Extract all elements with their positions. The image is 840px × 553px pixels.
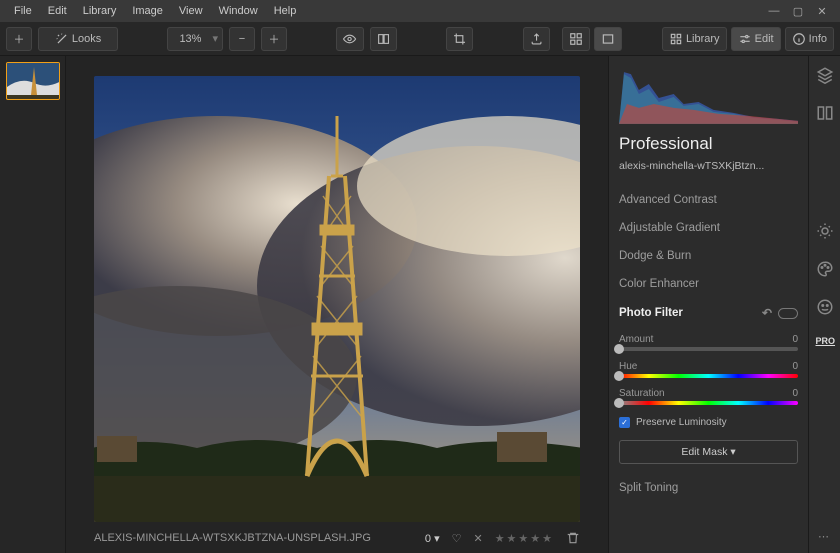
preset-title: Professional bbox=[619, 134, 798, 154]
add-button[interactable]: ＋ bbox=[6, 27, 32, 51]
menu-bar: File Edit Library Image View Window Help… bbox=[0, 0, 840, 22]
layers-icon bbox=[816, 66, 834, 84]
rating-label-dropdown[interactable]: 0 ▾ bbox=[425, 532, 440, 545]
pro-button[interactable]: PRO bbox=[816, 336, 834, 354]
compare-panel-button[interactable] bbox=[816, 104, 834, 122]
crop-icon bbox=[453, 32, 466, 46]
compare-icon bbox=[377, 32, 390, 46]
zoom-in-button[interactable]: ＋ bbox=[261, 27, 287, 51]
tool-color-enhancer[interactable]: Color Enhancer bbox=[619, 270, 798, 298]
menu-library[interactable]: Library bbox=[75, 0, 125, 22]
tab-info[interactable]: Info bbox=[785, 27, 834, 51]
menu-view[interactable]: View bbox=[171, 0, 211, 22]
looks-button[interactable]: Looks bbox=[38, 27, 118, 51]
zoom-value[interactable]: 13% bbox=[172, 33, 208, 45]
image-viewport[interactable] bbox=[94, 76, 580, 525]
reject-button[interactable]: ✕ bbox=[473, 532, 482, 545]
grid-view-button[interactable] bbox=[562, 27, 590, 51]
trash-icon bbox=[566, 531, 580, 545]
tab-edit[interactable]: Edit bbox=[731, 27, 781, 51]
export-icon bbox=[530, 32, 543, 46]
slider-amount[interactable]: Amount0 bbox=[619, 334, 798, 351]
thumbnail-image bbox=[7, 63, 60, 100]
close-button[interactable]: ✕ bbox=[816, 5, 828, 18]
tool-split-toning[interactable]: Split Toning bbox=[619, 474, 798, 502]
histogram bbox=[619, 64, 798, 124]
crop-button[interactable] bbox=[446, 27, 473, 51]
compare-toggle[interactable] bbox=[370, 27, 397, 51]
face-icon bbox=[816, 298, 834, 316]
favorite-toggle[interactable]: ♡ bbox=[452, 532, 462, 545]
split-icon bbox=[816, 104, 834, 122]
photo-image bbox=[94, 76, 580, 522]
menu-image[interactable]: Image bbox=[124, 0, 171, 22]
palette-icon bbox=[816, 260, 834, 278]
main-area: ALEXIS-MINCHELLA-WTSXKJBTZNA-UNSPLASH.JP… bbox=[0, 56, 840, 553]
edit-mask-button[interactable]: Edit Mask ▾ bbox=[619, 440, 798, 464]
menu-window[interactable]: Window bbox=[211, 0, 266, 22]
grid-icon bbox=[569, 32, 583, 46]
preview-toggle[interactable] bbox=[336, 27, 363, 51]
toolbar: ＋ Looks 13% ▾ − ＋ Library bbox=[0, 22, 840, 56]
single-icon bbox=[601, 32, 615, 46]
single-view-button[interactable] bbox=[594, 27, 622, 51]
status-bar: ALEXIS-MINCHELLA-WTSXKJBTZNA-UNSPLASH.JP… bbox=[66, 525, 608, 553]
menu-edit[interactable]: Edit bbox=[40, 0, 75, 22]
star-rating[interactable]: ★★★★★ bbox=[495, 532, 554, 545]
sliders-icon bbox=[738, 32, 752, 46]
zoom-out-button[interactable]: − bbox=[229, 27, 255, 51]
more-button[interactable]: ⋯ bbox=[818, 530, 831, 543]
essentials-button[interactable] bbox=[816, 222, 834, 240]
tool-dodge-burn[interactable]: Dodge & Burn bbox=[619, 242, 798, 270]
tool-reset-controls: ↶ bbox=[762, 306, 798, 320]
layers-button[interactable] bbox=[816, 66, 834, 84]
library-icon bbox=[669, 32, 683, 46]
check-icon: ✓ bbox=[619, 417, 630, 428]
status-filename: ALEXIS-MINCHELLA-WTSXKJBTZNA-UNSPLASH.JP… bbox=[94, 532, 371, 544]
export-button[interactable] bbox=[523, 27, 550, 51]
info-icon bbox=[792, 32, 806, 46]
zoom-control: 13% ▾ bbox=[167, 27, 223, 51]
edit-panel: Professional alexis-minchella-wTSXKjBtzn… bbox=[608, 56, 808, 553]
thumbnail[interactable] bbox=[6, 62, 60, 100]
eye-icon bbox=[343, 32, 356, 46]
window-controls: — ▢ ✕ bbox=[768, 5, 834, 18]
creative-button[interactable] bbox=[816, 260, 834, 278]
preserve-luminosity-checkbox[interactable]: ✓ Preserve Luminosity bbox=[619, 417, 798, 428]
slider-saturation[interactable]: Saturation0 bbox=[619, 388, 798, 405]
menu-help[interactable]: Help bbox=[266, 0, 305, 22]
maximize-button[interactable]: ▢ bbox=[792, 5, 804, 18]
minimize-button[interactable]: — bbox=[768, 5, 780, 18]
menu-file[interactable]: File bbox=[6, 0, 40, 22]
tool-sidebar: PRO ⋯ bbox=[808, 56, 840, 553]
wand-icon bbox=[55, 32, 69, 46]
tool-photo-filter[interactable]: Photo Filter ↶ bbox=[619, 298, 798, 328]
trash-button[interactable] bbox=[566, 531, 580, 545]
sun-icon bbox=[816, 222, 834, 240]
portrait-button[interactable] bbox=[816, 298, 834, 316]
tab-library[interactable]: Library bbox=[662, 27, 727, 51]
canvas-area: ALEXIS-MINCHELLA-WTSXKJBTZNA-UNSPLASH.JP… bbox=[66, 56, 608, 553]
tool-advanced-contrast[interactable]: Advanced Contrast bbox=[619, 186, 798, 214]
tool-adjustable-gradient[interactable]: Adjustable Gradient bbox=[619, 214, 798, 242]
filmstrip bbox=[0, 56, 66, 553]
preset-filename: alexis-minchella-wTSXKjBtzn... bbox=[619, 160, 798, 172]
slider-hue[interactable]: Hue0 bbox=[619, 361, 798, 378]
